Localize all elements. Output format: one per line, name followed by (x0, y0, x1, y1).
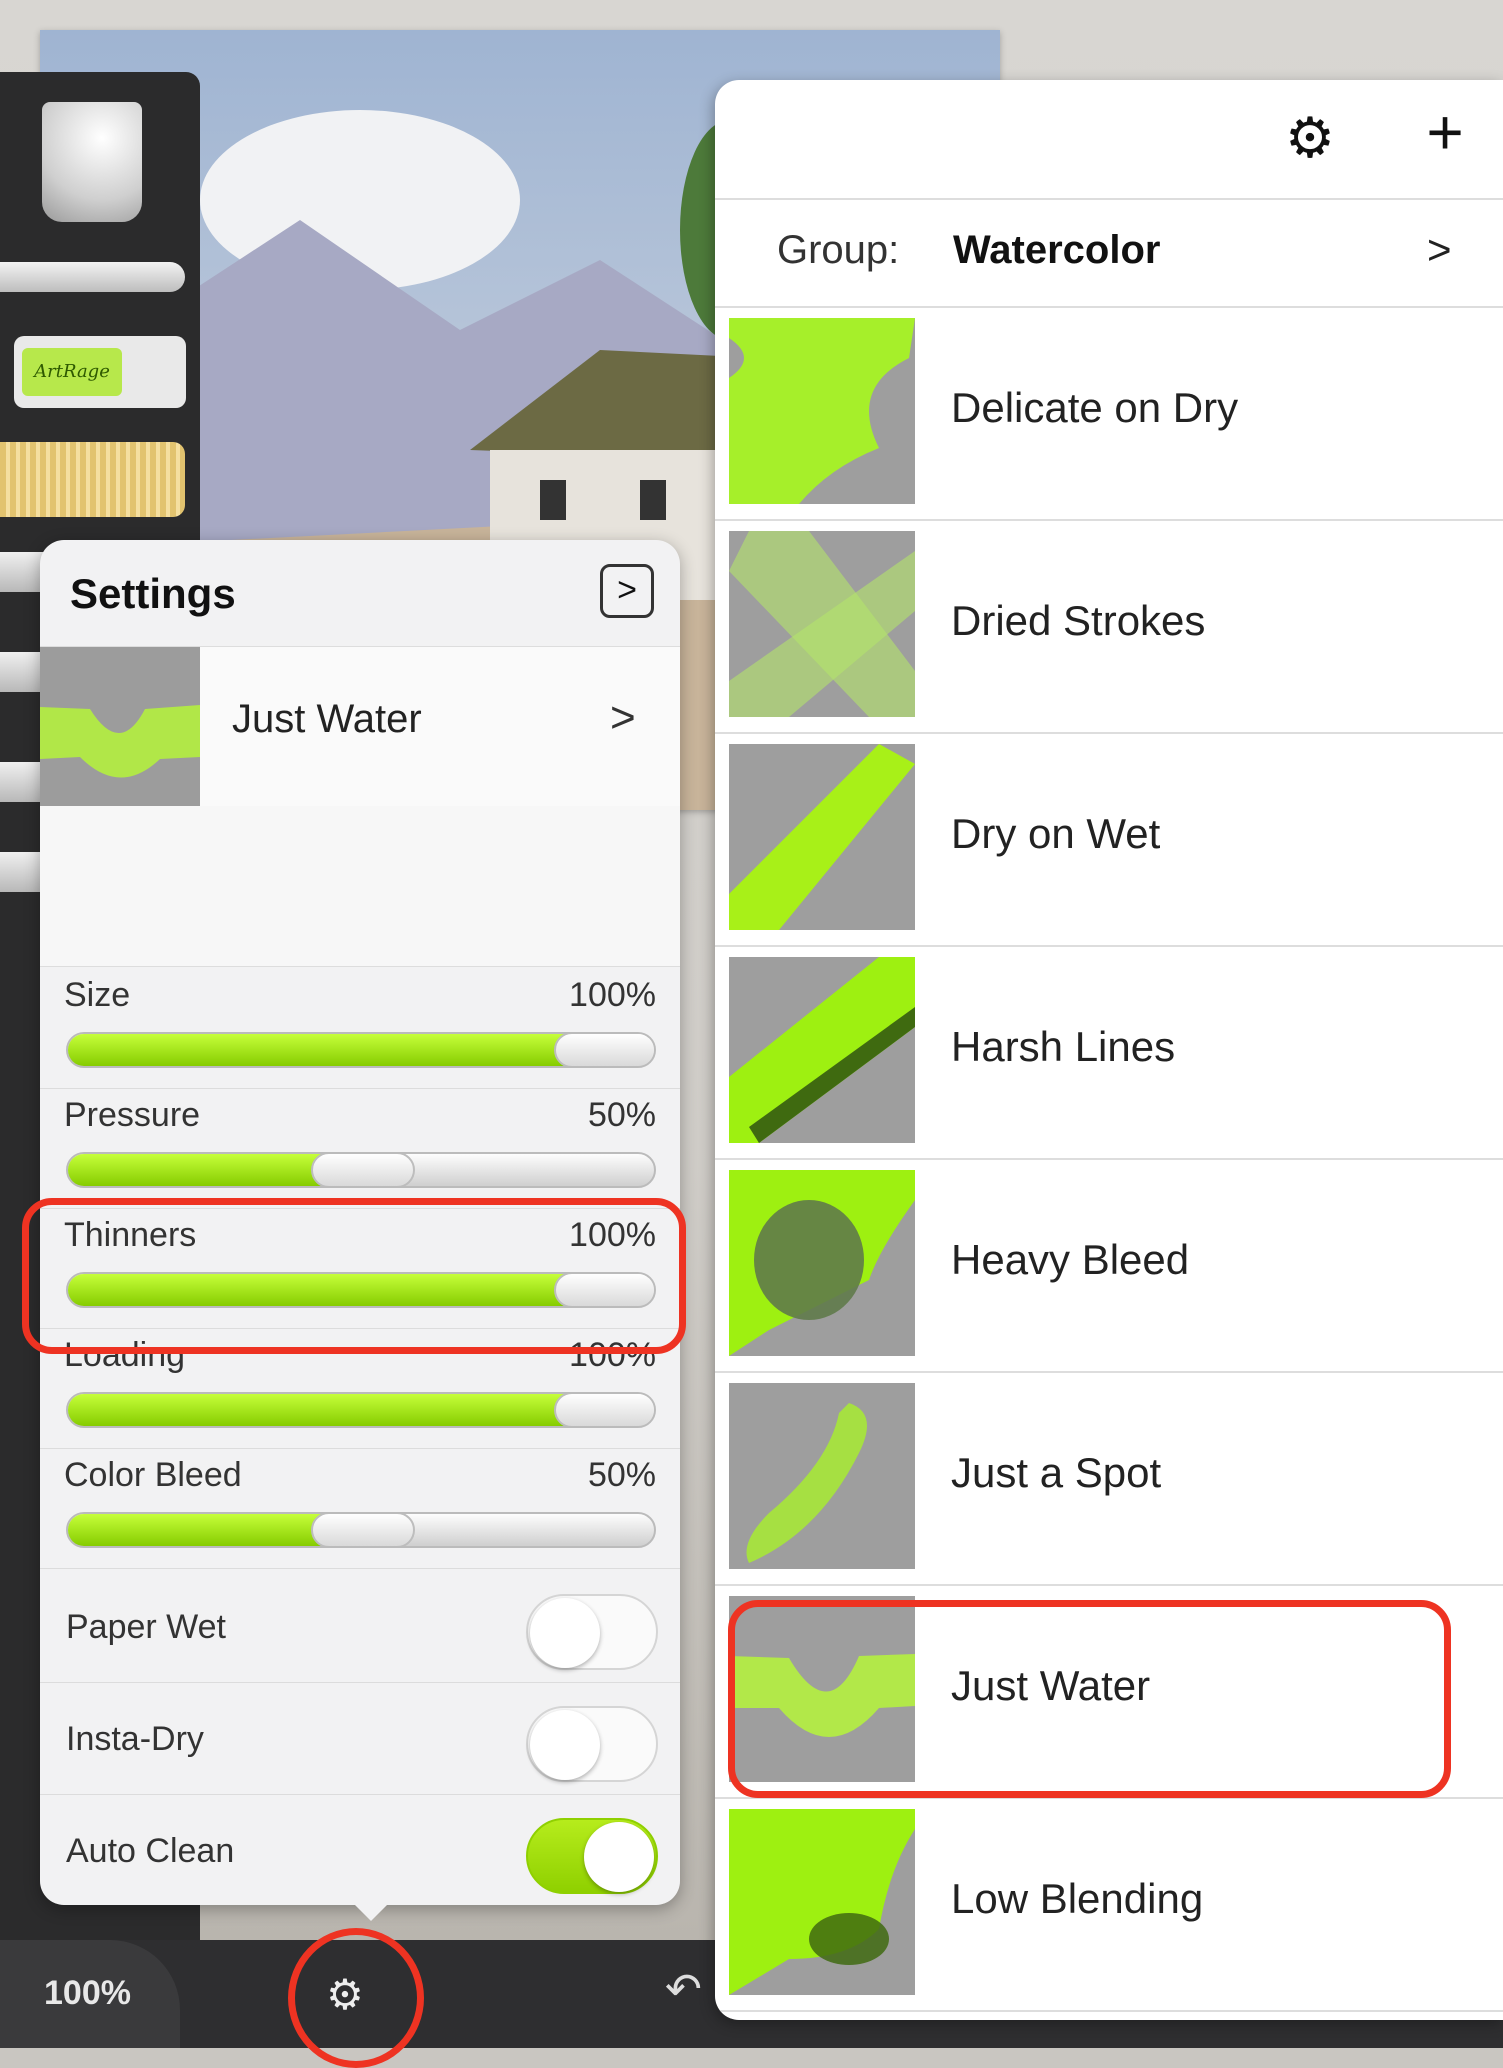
auto-clean-toggle[interactable] (526, 1818, 658, 1894)
toggle-knob (584, 1822, 654, 1892)
preset-label: Delicate on Dry (951, 384, 1239, 431)
current-preset-row[interactable]: Just Water > (40, 646, 680, 808)
settings-expand-button[interactable]: > (600, 564, 654, 618)
slider-knob[interactable] (554, 1034, 654, 1066)
paint-bucket-tool[interactable] (42, 102, 142, 222)
insta-dry-toggle[interactable] (526, 1706, 658, 1782)
popover-caret (345, 1895, 397, 1921)
preset-label: Heavy Bleed (951, 1236, 1190, 1283)
group-label: Group: (777, 228, 900, 272)
preset-thumbnail (729, 1809, 915, 1995)
slider-knob[interactable] (311, 1514, 415, 1546)
toggle-row-paper-wet: Paper Wet (40, 1570, 680, 1683)
toggle-knob (530, 1598, 600, 1668)
paint-tube-label: ArtRage (22, 348, 122, 396)
zoom-indicator[interactable]: 100% (0, 1940, 180, 2048)
paint-tube-tool[interactable]: ArtRage (14, 336, 186, 408)
preset-item-just-a-spot[interactable]: Just a Spot (715, 1371, 1503, 1586)
preset-label: Low Blending (951, 1875, 1204, 1922)
paper-wet-toggle[interactable] (526, 1594, 658, 1670)
preset-thumbnail (729, 531, 915, 717)
slider-knob[interactable] (554, 1394, 654, 1426)
toggle-label: Paper Wet (66, 1608, 227, 1646)
slider-fill (68, 1394, 606, 1426)
toggle-knob (530, 1710, 600, 1780)
slider-knob[interactable] (311, 1154, 415, 1186)
annotation-highlight-just-water (728, 1600, 1451, 1798)
preset-item-low-blending[interactable]: Low Blending (715, 1797, 1503, 2012)
current-preset-name: Just Water (232, 697, 422, 741)
slider-size[interactable]: Size 100% (40, 968, 680, 1089)
preset-item-dried-strokes[interactable]: Dried Strokes (715, 519, 1503, 734)
slider-pressure[interactable]: Pressure 50% (40, 1088, 680, 1209)
group-selector[interactable]: Group: Watercolor > (715, 198, 1503, 308)
annotation-highlight-settings-button (288, 1928, 424, 2068)
preset-label: Harsh Lines (951, 1023, 1176, 1070)
preset-thumbnail (729, 744, 915, 930)
current-preset-thumbnail (40, 647, 200, 807)
preset-thumbnail (729, 1383, 915, 1569)
slider-color-bleed[interactable]: Color Bleed 50% (40, 1448, 680, 1569)
preset-preview-area (40, 806, 680, 967)
toggle-row-insta-dry: Insta-Dry (40, 1682, 680, 1795)
annotation-highlight-thinners (22, 1198, 686, 1354)
zoom-label: 100% (44, 1974, 131, 2012)
chevron-right-icon: > (1427, 226, 1452, 273)
slider-value: 50% (587, 1456, 656, 1494)
preset-label: Dried Strokes (951, 597, 1206, 644)
settings-title: Settings (70, 570, 236, 617)
preset-thumbnail (729, 1170, 915, 1356)
toggle-row-auto-clean: Auto Clean (40, 1794, 680, 1905)
slider-value: 50% (587, 1096, 656, 1134)
slider-track[interactable] (66, 1512, 656, 1548)
preset-item-dry-on-wet[interactable]: Dry on Wet (715, 732, 1503, 947)
pen-tool[interactable] (0, 262, 185, 292)
slider-label: Pressure (64, 1096, 201, 1134)
slider-fill (68, 1034, 606, 1066)
slider-label: Size (64, 976, 131, 1014)
slider-track[interactable] (66, 1032, 656, 1068)
preset-thumbnail (729, 957, 915, 1143)
preset-thumbnail (729, 318, 915, 504)
preset-label: Just a Spot (951, 1449, 1162, 1496)
slider-track[interactable] (66, 1152, 656, 1188)
slider-label: Color Bleed (64, 1456, 242, 1494)
glitter-tool[interactable] (0, 442, 185, 517)
toggle-label: Auto Clean (66, 1832, 235, 1870)
plus-icon[interactable]: + (1415, 100, 1475, 164)
chevron-right-icon: > (610, 693, 636, 742)
group-value: Watercolor (953, 228, 1161, 272)
preset-label: Dry on Wet (951, 810, 1161, 857)
slider-track[interactable] (66, 1392, 656, 1428)
preset-item-heavy-bleed[interactable]: Heavy Bleed (715, 1158, 1503, 1373)
toggle-label: Insta-Dry (66, 1720, 204, 1758)
preset-item-harsh-lines[interactable]: Harsh Lines (715, 945, 1503, 1160)
gear-icon[interactable]: ⚙ (1280, 108, 1340, 168)
slider-value: 100% (569, 976, 656, 1014)
preset-item-delicate-on-dry[interactable]: Delicate on Dry (715, 306, 1503, 521)
